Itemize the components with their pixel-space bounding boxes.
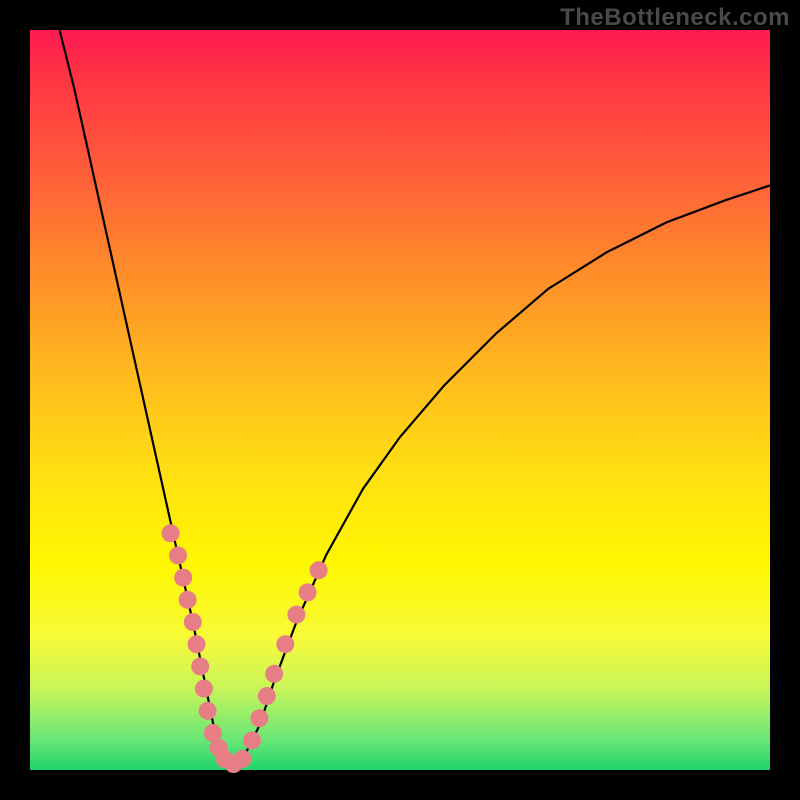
data-point [179, 591, 197, 609]
watermark-text: TheBottleneck.com [560, 4, 790, 32]
data-point [188, 635, 206, 653]
data-markers [162, 524, 328, 773]
bottleneck-curve [60, 30, 770, 766]
chart-frame: TheBottleneck.com [0, 0, 800, 800]
data-point [258, 687, 276, 705]
data-point [184, 613, 202, 631]
data-point [195, 680, 213, 698]
data-point [191, 657, 209, 675]
data-point [169, 546, 187, 564]
data-point [174, 569, 192, 587]
data-point [299, 583, 317, 601]
data-point [243, 731, 261, 749]
plot-area [30, 30, 770, 770]
chart-svg [30, 30, 770, 770]
data-point [162, 524, 180, 542]
data-point [199, 702, 217, 720]
data-point [233, 750, 251, 768]
data-point [310, 561, 328, 579]
data-point [287, 606, 305, 624]
data-point [276, 635, 294, 653]
data-point [265, 665, 283, 683]
data-point [250, 709, 268, 727]
